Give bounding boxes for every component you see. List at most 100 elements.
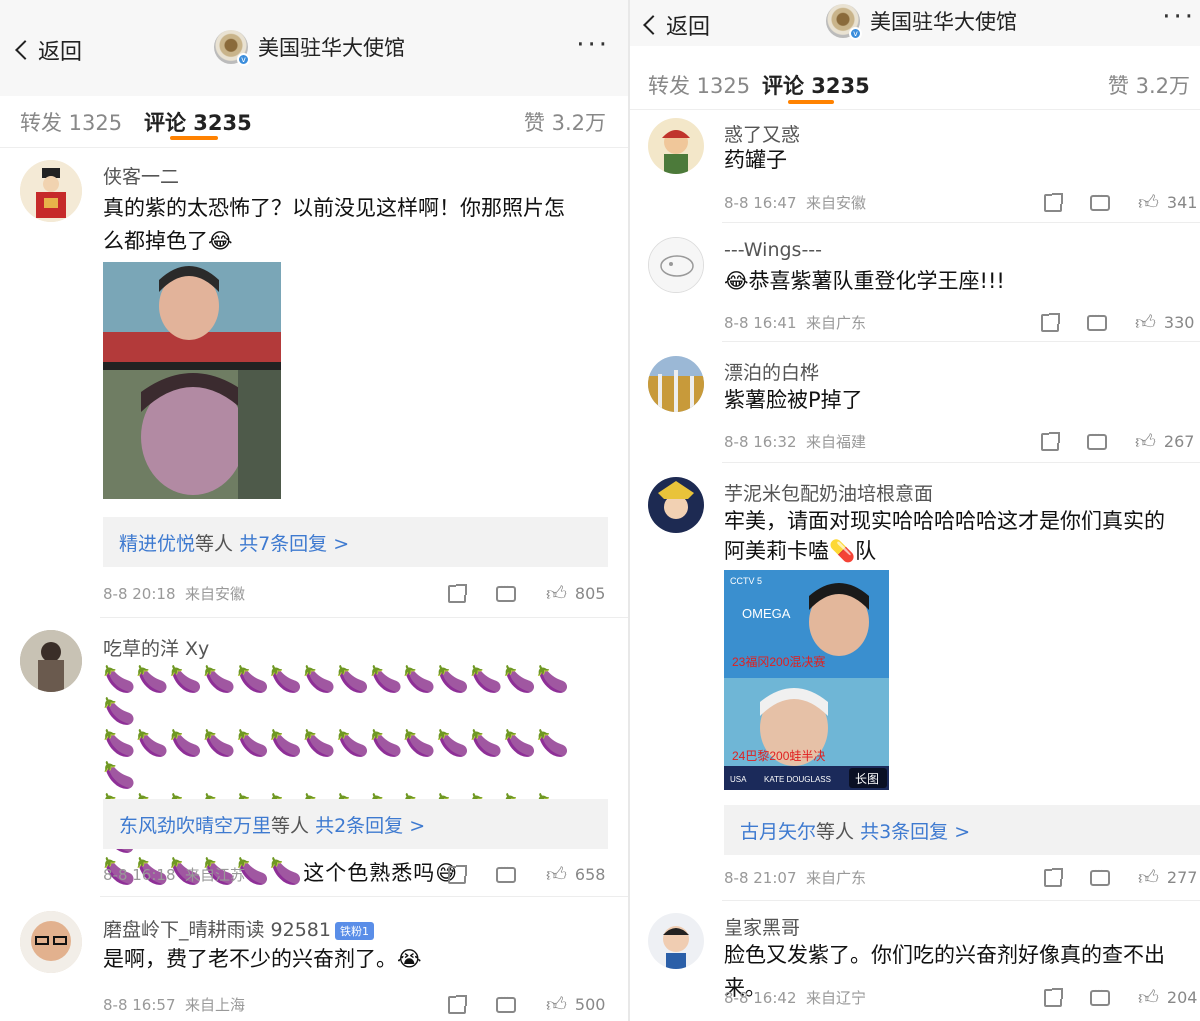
comment-actions: 👍︎ 341: [1044, 189, 1197, 215]
location: 来自安徽: [806, 194, 867, 212]
comment-item: 侠客一二 真的紫的太恐怖了？以前没见这样啊！你那照片怎 么都掉色了😂 精进优悦等…: [0, 148, 628, 618]
avatar[interactable]: [20, 911, 82, 973]
avatar[interactable]: [648, 477, 704, 533]
tab-comments[interactable]: 评论 3235: [762, 70, 870, 100]
embassy-seal-avatar: v: [214, 30, 250, 66]
account-title[interactable]: v 美国驻华大使馆: [826, 4, 1017, 40]
left-screenshot: 返回 v 美国驻华大使馆 ··· 转发 1325 评论 3235 赞 3.2万 侠…: [0, 0, 628, 1021]
commenter-name[interactable]: 侠客一二: [103, 162, 179, 189]
timestamp: 8-8 21:07: [724, 869, 797, 887]
share-icon[interactable]: [1044, 192, 1063, 212]
tab-likes[interactable]: 赞 3.2万: [524, 107, 606, 137]
reply-author[interactable]: 东风劲吹晴空万里: [119, 811, 271, 838]
share-icon[interactable]: [448, 994, 467, 1014]
like-count: 500: [574, 995, 606, 1014]
reply-icon[interactable]: [496, 861, 516, 883]
replies-summary[interactable]: 古月矢尔 等人 共3条回复 >: [724, 805, 1200, 855]
avatar[interactable]: [648, 118, 704, 174]
like-icon[interactable]: 👍︎: [1135, 310, 1156, 335]
reply-count-link[interactable]: 共7条回复 >: [239, 529, 349, 556]
reply-icon[interactable]: [1087, 309, 1107, 331]
share-icon[interactable]: [1044, 867, 1063, 887]
commenter-name[interactable]: 磨盘岭下_晴耕雨读 92581 铁粉1: [103, 915, 374, 942]
share-icon[interactable]: [1041, 312, 1060, 332]
comment-image[interactable]: OMEGA CCTV 5 23福冈200混决赛 24巴黎200蛙半决 USA K…: [724, 570, 889, 790]
comment-actions: 👍︎ 204: [1044, 984, 1198, 1010]
location: 来自江苏: [185, 866, 246, 884]
comment-image[interactable]: [103, 262, 281, 499]
like-icon[interactable]: 👍︎: [1138, 190, 1159, 215]
embassy-seal-avatar: v: [826, 4, 862, 40]
comment-item: 漂泊的白桦 紫薯脸被P掉了 8-8 16:32 来自福建 👍︎ 267: [630, 342, 1200, 462]
reply-icon[interactable]: [1090, 864, 1110, 886]
commenter-name[interactable]: ---Wings---: [724, 239, 822, 261]
avatar-official-illustration: [20, 160, 82, 222]
commenter-name[interactable]: 漂泊的白桦: [724, 358, 819, 385]
like-icon[interactable]: 👍︎: [1135, 429, 1156, 454]
more-menu-button[interactable]: ···: [1162, 2, 1196, 32]
reply-icon[interactable]: [1087, 428, 1107, 450]
like-icon[interactable]: 👍︎: [546, 581, 567, 606]
reply-author[interactable]: 古月矢尔: [740, 817, 816, 844]
location: 来自安徽: [185, 585, 246, 603]
commenter-name[interactable]: 皇家黑哥: [724, 913, 800, 940]
like-icon[interactable]: 👍︎: [1138, 865, 1159, 890]
avatar[interactable]: [20, 160, 82, 222]
avatar[interactable]: [648, 356, 704, 412]
commenter-name[interactable]: 芋泥米包配奶油培根意面: [724, 479, 933, 506]
share-icon[interactable]: [1041, 431, 1060, 451]
verified-icon: v: [237, 53, 250, 66]
comment-text-line-2: 么都掉色了😂: [103, 229, 233, 253]
like-icon[interactable]: 👍︎: [546, 862, 567, 887]
commenter-name[interactable]: 惑了又惑: [724, 120, 800, 147]
comment-item: 惑了又惑 药罐子 8-8 16:47 来自安徽 👍︎ 341: [630, 110, 1200, 222]
nav-bar: 返回 v 美国驻华大使馆 ···: [630, 0, 1200, 46]
comment-text: 紫薯脸被P掉了: [724, 388, 863, 412]
omega-logo: OMEGA: [742, 606, 791, 621]
tab-repost[interactable]: 转发 1325: [20, 107, 122, 137]
like-icon[interactable]: 👍︎: [1138, 985, 1159, 1010]
reply-icon[interactable]: [1090, 984, 1110, 1006]
back-button[interactable]: 返回: [15, 34, 82, 66]
comment-item: 芋泥米包配奶油培根意面 牢美，请面对现实哈哈哈哈哈这才是你们真实的 阿美莉卡嗑💊…: [630, 463, 1200, 901]
swimmer-name-tag: KATE DOUGLASS: [764, 775, 831, 784]
tab-bar: 转发 1325 评论 3235 赞 3.2万: [630, 60, 1200, 110]
share-icon[interactable]: [448, 864, 467, 884]
comment-actions: 👍︎ 658: [448, 861, 606, 887]
verified-icon: v: [849, 27, 862, 40]
like-icon[interactable]: 👍︎: [546, 992, 567, 1017]
commenter-name[interactable]: 吃草的洋 Xy: [103, 634, 209, 661]
reply-icon[interactable]: [496, 991, 516, 1013]
tab-likes[interactable]: 赞 3.2万: [1108, 70, 1190, 100]
replies-summary[interactable]: 东风劲吹晴空万里 等人 共2条回复 >: [103, 799, 608, 849]
reply-count-link[interactable]: 共3条回复 >: [860, 817, 970, 844]
tab-comments[interactable]: 评论 3235: [144, 107, 252, 137]
chevron-left-icon: [15, 40, 35, 60]
tab-repost[interactable]: 转发 1325: [648, 70, 750, 100]
share-icon[interactable]: [448, 583, 467, 603]
reply-author[interactable]: 精进优悦: [119, 529, 195, 556]
reply-mid-text: 等人: [271, 814, 310, 837]
comment-meta: 8-8 16:47 来自安徽: [724, 192, 866, 213]
cctv-logo: CCTV 5: [730, 576, 762, 586]
tab-bar: 转发 1325 评论 3235 赞 3.2万: [0, 96, 628, 148]
like-count: 658: [574, 865, 606, 884]
comment-item: 吃草的洋 Xy 🍆🍆🍆🍆🍆🍆🍆🍆🍆🍆🍆🍆🍆🍆🍆 🍆🍆🍆🍆🍆🍆🍆🍆🍆🍆🍆🍆🍆🍆🍆 🍆🍆…: [0, 618, 628, 896]
share-icon[interactable]: [1044, 987, 1063, 1007]
replies-summary[interactable]: 精进优悦 等人 共7条回复 >: [103, 517, 608, 567]
commenter-name-text: 磨盘岭下_晴耕雨读 92581: [103, 919, 331, 941]
reply-icon[interactable]: [496, 580, 516, 602]
like-count: 204: [1166, 988, 1198, 1007]
account-title[interactable]: v 美国驻华大使馆: [214, 30, 405, 66]
reply-count-link[interactable]: 共2条回复 >: [315, 811, 425, 838]
avatar[interactable]: [648, 237, 704, 293]
location: 来自广东: [806, 869, 867, 887]
comment-actions: 👍︎ 805: [448, 580, 605, 606]
back-button[interactable]: 返回: [643, 9, 710, 41]
comment-text: 药罐子: [724, 148, 787, 172]
avatar-birch-trees: [648, 356, 704, 412]
avatar[interactable]: [648, 913, 704, 969]
avatar[interactable]: [20, 630, 82, 692]
more-menu-button[interactable]: ···: [576, 30, 610, 60]
reply-icon[interactable]: [1090, 189, 1110, 211]
